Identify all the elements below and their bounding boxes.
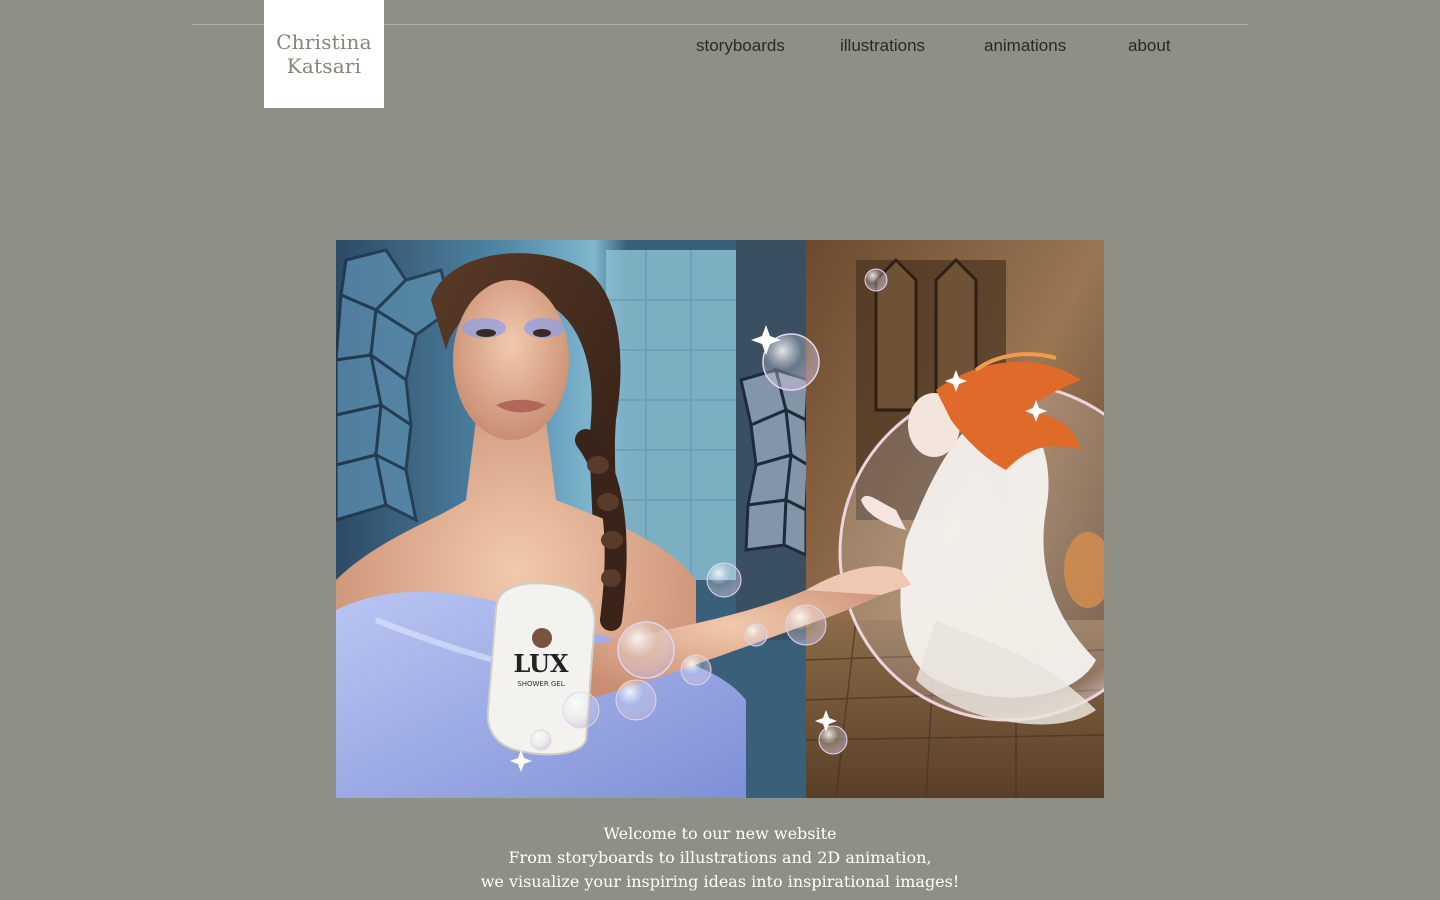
site-logo[interactable]: Christina Katsari	[264, 0, 384, 108]
nav-storyboards[interactable]: storyboards	[696, 36, 785, 56]
hero-illustration: LUX SHOWER GEL	[336, 240, 1104, 798]
welcome-line-1: Welcome to our new website	[603, 824, 837, 843]
nav-illustrations[interactable]: illustrations	[840, 36, 925, 56]
nav-animations[interactable]: animations	[984, 36, 1066, 56]
welcome-line-2: From storyboards to illustrations and 2D…	[508, 848, 932, 867]
lux-brand-text: LUX	[513, 649, 568, 678]
welcome-message: Welcome to our new website From storyboa…	[0, 822, 1440, 894]
welcome-line-3: we visualize your inspiring ideas into i…	[480, 872, 960, 891]
nav-about[interactable]: about	[1128, 36, 1171, 56]
lux-product-subtext: SHOWER GEL	[517, 680, 564, 688]
logo-last-name: Katsari	[286, 54, 362, 78]
logo-first-name: Christina	[276, 30, 372, 54]
lux-bottle: LUX SHOWER GEL	[486, 582, 596, 756]
